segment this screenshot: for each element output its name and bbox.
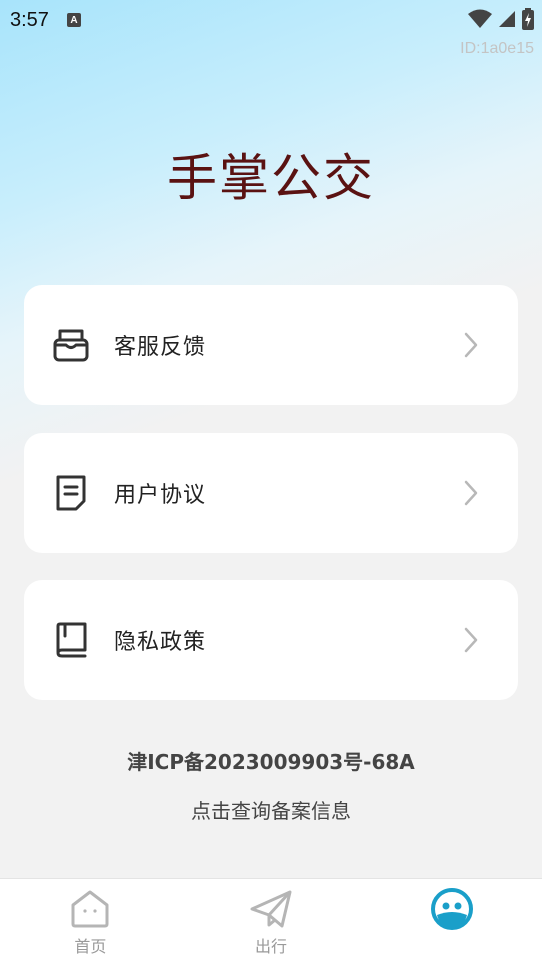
- tab-home[interactable]: 首页: [0, 879, 181, 965]
- menu-item-label: 客服反馈: [114, 335, 207, 360]
- document-icon: [50, 472, 92, 514]
- bottom-tab-bar: 首页 出行: [0, 878, 542, 965]
- icp-number: 津ICP备2023009903号-68A: [127, 750, 415, 774]
- notification-a-icon: A: [66, 13, 81, 27]
- menu-item-label: 隐私政策: [114, 630, 207, 655]
- menu-item-privacy-policy[interactable]: 隐私政策: [24, 580, 518, 700]
- wifi-icon: [468, 9, 492, 33]
- menu-item-label: 用户协议: [114, 483, 207, 508]
- app-screen: 3:57 A ID:1a0e15 手掌公交 客服反馈 用户协议 隐私政策 津IC…: [0, 0, 542, 965]
- battery-icon: [522, 8, 534, 34]
- chevron-right-icon: [462, 626, 480, 654]
- icp-query-link[interactable]: 点击查询备案信息: [0, 795, 542, 824]
- app-title: 手掌公交: [167, 149, 375, 207]
- chevron-right-icon: [462, 331, 480, 359]
- tab-profile[interactable]: [361, 879, 542, 965]
- menu-item-customer-feedback[interactable]: 客服反馈: [24, 285, 518, 405]
- status-bar: 3:57 A: [0, 0, 542, 40]
- tab-travel[interactable]: 出行: [181, 879, 362, 965]
- status-time: 3:57: [10, 8, 49, 31]
- cellular-signal-icon: [498, 10, 516, 32]
- paper-plane-icon: [249, 887, 293, 931]
- menu-item-user-agreement[interactable]: 用户协议: [24, 433, 518, 553]
- device-id-label: ID:1a0e15: [460, 40, 534, 57]
- home-icon: [68, 887, 112, 931]
- status-indicators: [468, 8, 534, 34]
- tab-label: 出行: [255, 937, 288, 956]
- book-icon: [50, 619, 92, 661]
- tab-label: 首页: [74, 937, 107, 956]
- inbox-icon: [50, 324, 92, 366]
- chevron-right-icon: [462, 479, 480, 507]
- profile-face-icon: [430, 887, 474, 931]
